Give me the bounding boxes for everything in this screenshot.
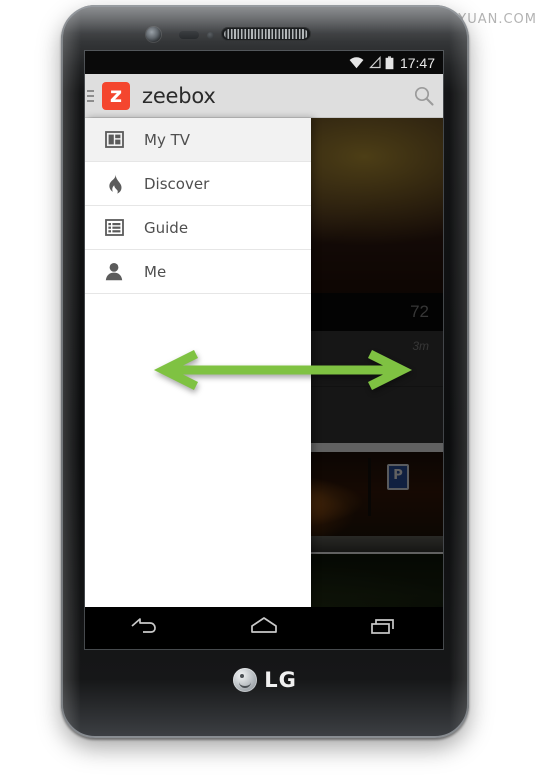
earpiece-speaker [221,27,311,41]
person-icon [101,262,127,281]
sidebar-item-my-tv[interactable]: My TV [85,118,311,162]
status-bar-clock: 17:47 [399,54,435,71]
sidebar-item-guide[interactable]: Guide [85,206,311,250]
zeebox-logo-letter: z [109,83,123,107]
sidebar-item-label: Me [144,262,167,281]
front-camera-icon [146,27,161,42]
parking-sign-icon: P [387,464,409,490]
android-status-bar: 17:47 [85,51,443,74]
back-button[interactable] [128,615,162,642]
sidebar-item-label: Discover [144,174,210,193]
lg-brand: LG [61,668,469,692]
sidebar-item-label: Guide [144,218,189,237]
light-sensor [207,32,214,39]
zeebox-logo-icon[interactable]: z [102,81,130,110]
flame-icon [101,174,127,194]
battery-icon [385,55,394,69]
sidebar-item-label: My TV [144,130,191,149]
lg-brand-label: LG [264,668,297,692]
lg-logo-mark-icon [233,668,258,692]
home-button[interactable] [247,615,281,642]
list-icon [101,219,127,236]
search-icon [414,86,434,106]
search-button[interactable] [413,85,435,107]
recents-button[interactable] [366,615,400,642]
drawer-grip-icon[interactable] [85,89,97,102]
sidebar-item-discover[interactable]: Discover [85,162,311,206]
drawer-width-double-arrow [152,349,414,391]
signal-icon [369,56,381,69]
wifi-icon [349,57,364,69]
sidebar-item-me[interactable]: Me [85,250,311,294]
android-navigation-bar [85,607,443,649]
app-action-bar: z zeebox [85,74,443,118]
proximity-sensor [179,31,199,39]
dashboard-icon [101,130,127,149]
status-bar-icons [349,55,394,70]
app-title: zeebox [142,83,216,108]
